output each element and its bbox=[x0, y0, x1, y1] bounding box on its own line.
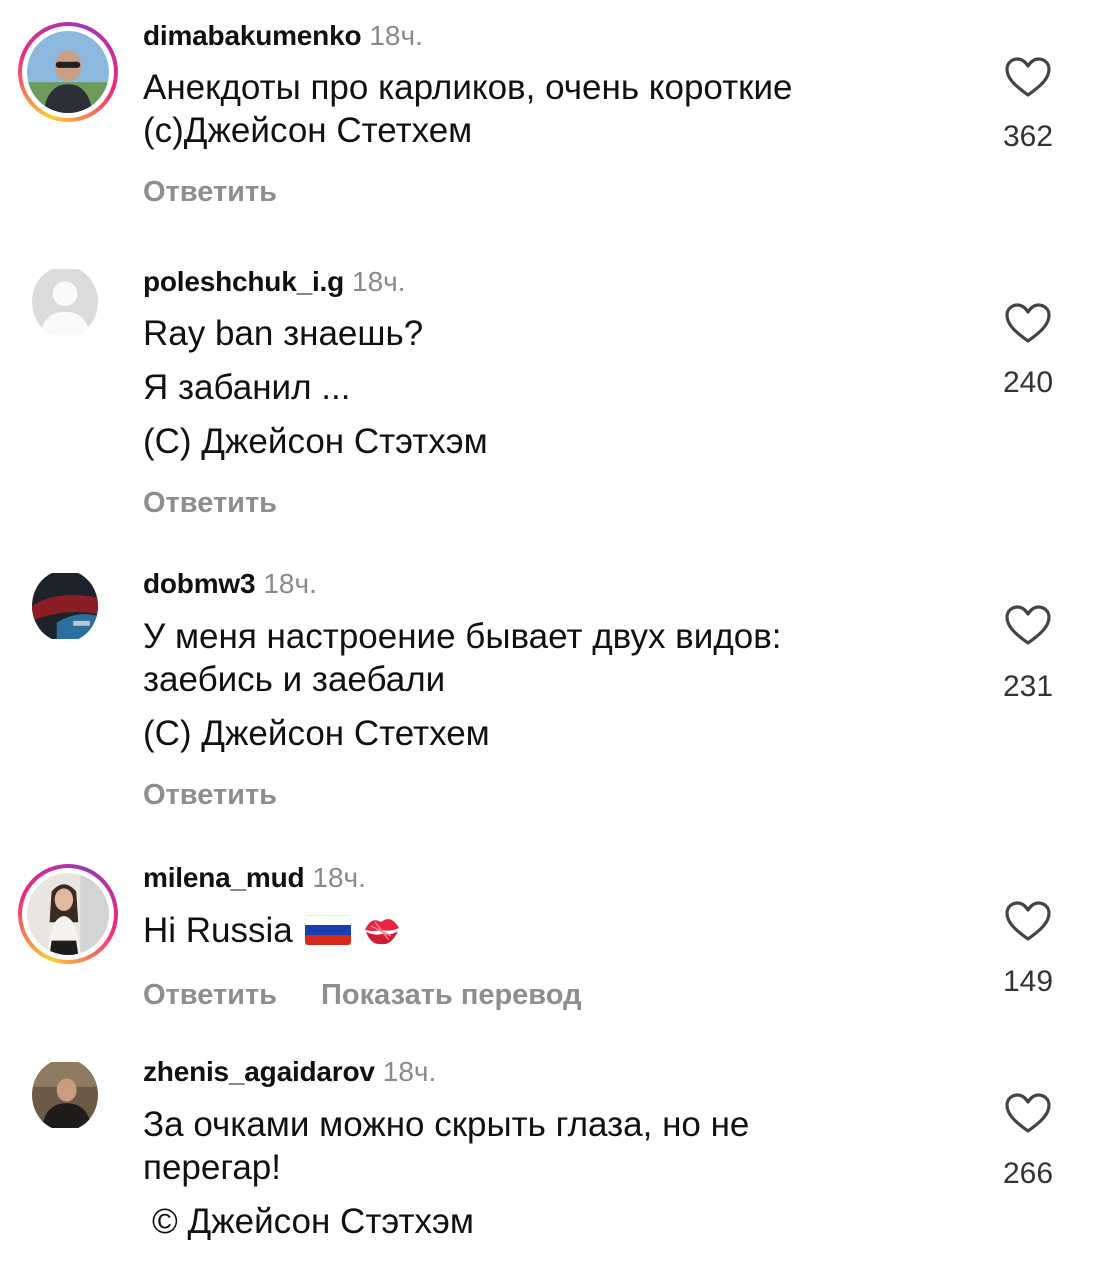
avatar[interactable] bbox=[18, 1045, 118, 1145]
avatar[interactable] bbox=[18, 22, 118, 122]
reply-button[interactable]: Ответить bbox=[143, 176, 277, 208]
timestamp: 18ч. bbox=[369, 20, 423, 51]
comment-line: перегар! bbox=[143, 1148, 282, 1187]
comment-text: Hi Russia bbox=[143, 911, 293, 950]
reply-button[interactable]: Ответить bbox=[143, 487, 277, 519]
comment-line: (С) Джейсон Стэтхэм bbox=[143, 422, 488, 461]
comment-header: dimabakumenko 18ч. bbox=[143, 20, 423, 52]
timestamp: 18ч. bbox=[263, 568, 317, 599]
heart-outline-icon[interactable] bbox=[1004, 1092, 1052, 1134]
comment-header: zhenis_agaidarov 18ч. bbox=[143, 1056, 436, 1088]
comment-line: Ray ban знаешь? bbox=[143, 314, 424, 353]
kiss-mark-icon bbox=[364, 919, 399, 945]
comment-header: poleshchuk_i.g 18ч. bbox=[143, 266, 406, 298]
comment-header: dobmw3 18ч. bbox=[143, 568, 317, 600]
avatar[interactable] bbox=[18, 252, 118, 352]
heart-outline-icon[interactable] bbox=[1004, 604, 1052, 646]
comment-header: milena_mud 18ч. bbox=[143, 862, 366, 894]
username-link[interactable]: poleshchuk_i.g bbox=[143, 266, 344, 297]
comment-line: (с)Джейсон Стетхем bbox=[143, 111, 473, 150]
avatar-photo-icon bbox=[27, 873, 109, 955]
timestamp: 18ч. bbox=[382, 1056, 437, 1087]
comment-line: заебись и заебали bbox=[143, 660, 446, 699]
comment-line: Hi Russia bbox=[143, 909, 403, 952]
comment-actions: Ответить bbox=[143, 176, 321, 209]
comment-line: © Джейсон Стэтхэм bbox=[152, 1202, 474, 1241]
username-link[interactable]: dobmw3 bbox=[143, 568, 256, 599]
show-translation-button[interactable]: Показать перевод bbox=[321, 979, 581, 1011]
username-link[interactable]: milena_mud bbox=[143, 862, 305, 893]
russia-flag-icon bbox=[304, 915, 351, 945]
heart-outline-icon[interactable] bbox=[1004, 900, 1052, 942]
heart-outline-icon[interactable] bbox=[1004, 56, 1052, 98]
comment-line: (С) Джейсон Стетхем bbox=[143, 714, 490, 753]
comment-line: Анекдоты про карликов, очень короткие bbox=[143, 68, 793, 107]
reply-button[interactable]: Ответить bbox=[143, 979, 277, 1011]
username-link[interactable]: zhenis_agaidarov bbox=[143, 1056, 375, 1087]
like-count: 149 bbox=[1002, 965, 1054, 998]
avatar[interactable] bbox=[18, 556, 118, 656]
reply-button[interactable]: Ответить bbox=[143, 779, 277, 811]
comment-line: У меня настроение бывает двух видов: bbox=[143, 617, 782, 656]
like-count: 231 bbox=[1002, 670, 1054, 703]
avatar-photo-icon bbox=[27, 31, 109, 113]
timestamp: 18ч. bbox=[352, 266, 406, 297]
comment-actions: Ответить bbox=[143, 779, 321, 812]
heart-outline-icon[interactable] bbox=[1004, 302, 1052, 344]
avatar-photo-icon bbox=[32, 1062, 98, 1128]
comment-actions: Ответить Показать перевод bbox=[143, 979, 626, 1012]
like-count: 362 bbox=[1002, 120, 1054, 153]
comment-line: За очками можно скрыть глаза, но не bbox=[143, 1105, 750, 1144]
like-count: 266 bbox=[1002, 1157, 1054, 1190]
comment-line: Я забанил ... bbox=[143, 368, 351, 407]
avatar-photo-icon bbox=[32, 573, 98, 639]
default-avatar-icon bbox=[32, 269, 98, 335]
username-link[interactable]: dimabakumenko bbox=[143, 20, 362, 51]
comment-actions: Ответить bbox=[143, 487, 321, 520]
timestamp: 18ч. bbox=[312, 862, 366, 893]
like-count: 240 bbox=[1002, 366, 1054, 399]
avatar[interactable] bbox=[18, 864, 118, 964]
